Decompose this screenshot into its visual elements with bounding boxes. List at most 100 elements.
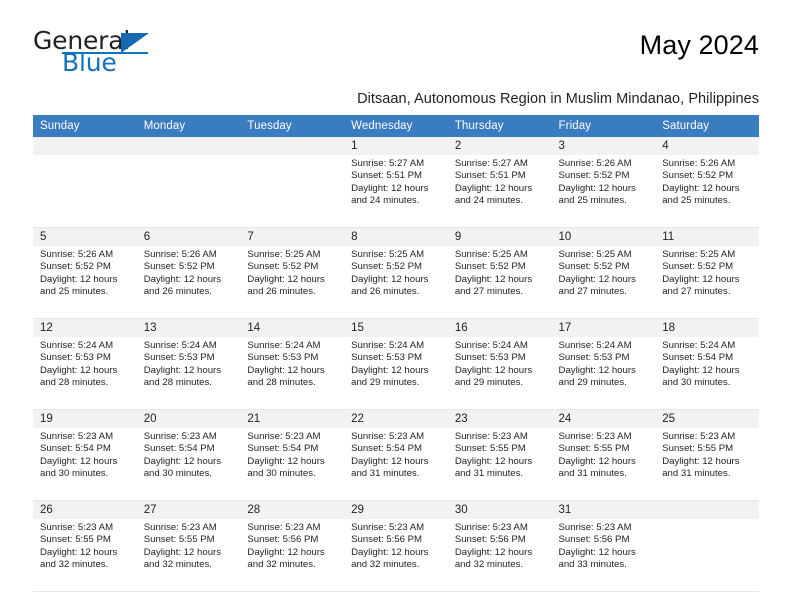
sunrise-text: Sunrise: 5:25 AM bbox=[662, 249, 736, 260]
calendar-day-cell[interactable]: 2 Sunrise: 5:27 AM Sunset: 5:51 PM Daylight… bbox=[447, 137, 552, 228]
calendar-day-cell[interactable]: 6 Sunrise: 5:26 AM Sunset: 5:52 PM Daylight… bbox=[136, 227, 241, 319]
day-number: 5 bbox=[33, 228, 137, 246]
day-number: 9 bbox=[447, 228, 552, 246]
sunrise-text: Sunrise: 5:24 AM bbox=[454, 340, 528, 351]
sunrise-text: Sunrise: 5:23 AM bbox=[247, 431, 321, 442]
sunset-text: Sunset: 5:54 PM bbox=[351, 443, 423, 455]
calendar-day-cell[interactable]: 28 Sunrise: 5:23 AM Sunset: 5:56 PM Dayligh… bbox=[240, 500, 345, 592]
calendar-day-cell[interactable]: 8 Sunrise: 5:25 AM Sunset: 5:52 PM Daylight… bbox=[344, 227, 448, 319]
day-details: Sunrise: 5:23 AM Sunset: 5:54 PM Daylight:… bbox=[137, 428, 241, 481]
daylight-text: Daylight: 12 hours and 31 minutes. bbox=[558, 455, 636, 480]
calendar-day-cell[interactable]: 4 Sunrise: 5:26 AM Sunset: 5:52 PM Daylight… bbox=[655, 137, 759, 228]
day-number: 16 bbox=[447, 319, 552, 337]
calendar-day-cell[interactable]: 14 Sunrise: 5:24 AM Sunset: 5:53 PM Dayligh… bbox=[240, 318, 345, 410]
sunrise-text: Sunrise: 5:25 AM bbox=[454, 249, 528, 260]
calendar-day-cell[interactable]: 18 Sunrise: 5:24 AM Sunset: 5:54 PM Dayligh… bbox=[655, 318, 759, 410]
weekday-header-saturday: Saturday bbox=[655, 115, 759, 137]
calendar-day-cell[interactable]: 12 Sunrise: 5:24 AM Sunset: 5:53 PM Dayligh… bbox=[33, 318, 137, 410]
day-details: Sunrise: 5:24 AM Sunset: 5:53 PM Daylight:… bbox=[448, 337, 552, 390]
calendar-day-cell[interactable]: 23 Sunrise: 5:23 AM Sunset: 5:55 PM Dayligh… bbox=[447, 409, 552, 501]
calendar-day-cell[interactable]: 9 Sunrise: 5:25 AM Sunset: 5:52 PM Daylight… bbox=[447, 227, 552, 319]
weekday-header-wednesday: Wednesday bbox=[344, 115, 448, 137]
calendar-day-cell[interactable]: 19 Sunrise: 5:23 AM Sunset: 5:54 PM Dayligh… bbox=[33, 409, 137, 501]
day-number bbox=[136, 137, 241, 155]
calendar-day-cell[interactable]: 5 Sunrise: 5:26 AM Sunset: 5:52 PM Daylight… bbox=[33, 227, 137, 319]
daylight-text: Daylight: 12 hours and 32 minutes. bbox=[454, 546, 533, 571]
weekday-header-monday: Monday bbox=[136, 115, 241, 137]
calendar-day-cell[interactable]: 3 Sunrise: 5:26 AM Sunset: 5:52 PM Daylight… bbox=[551, 137, 656, 228]
daylight-text: Daylight: 12 hours and 26 minutes. bbox=[247, 273, 325, 298]
calendar-day-cell[interactable]: 22 Sunrise: 5:23 AM Sunset: 5:54 PM Dayligh… bbox=[344, 409, 448, 501]
sunrise-text: Sunrise: 5:25 AM bbox=[351, 249, 425, 260]
sunrise-text: Sunrise: 5:25 AM bbox=[558, 249, 632, 260]
day-details: Sunrise: 5:23 AM Sunset: 5:56 PM Daylight:… bbox=[448, 519, 552, 572]
sunset-text: Sunset: 5:54 PM bbox=[143, 443, 215, 455]
sunset-text: Sunset: 5:56 PM bbox=[351, 534, 423, 546]
calendar-table: Sunday Monday Tuesday Wednesday Thursday… bbox=[33, 115, 759, 592]
day-details: Sunrise: 5:25 AM Sunset: 5:52 PM Daylight:… bbox=[240, 246, 344, 299]
calendar-day-cell[interactable]: 17 Sunrise: 5:24 AM Sunset: 5:53 PM Dayligh… bbox=[551, 318, 656, 410]
calendar-day-cell[interactable]: 1 Sunrise: 5:27 AM Sunset: 5:51 PM Daylight… bbox=[344, 137, 448, 228]
daylight-text: Daylight: 12 hours and 31 minutes. bbox=[351, 455, 429, 480]
calendar-day-cell[interactable]: 25 Sunrise: 5:23 AM Sunset: 5:55 PM Dayligh… bbox=[655, 409, 759, 501]
sunset-text: Sunset: 5:54 PM bbox=[662, 352, 734, 364]
day-number: 27 bbox=[136, 501, 241, 519]
calendar-day-cell[interactable]: 7 Sunrise: 5:25 AM Sunset: 5:52 PM Daylight… bbox=[240, 227, 345, 319]
page-header: General Blue May 2024 bbox=[33, 0, 759, 80]
weekday-header-sunday: Sunday bbox=[33, 115, 137, 137]
general-blue-logo[interactable]: General Blue bbox=[33, 28, 149, 77]
sunrise-text: Sunrise: 5:26 AM bbox=[558, 158, 632, 169]
sunset-text: Sunset: 5:55 PM bbox=[662, 443, 734, 455]
calendar-day-cell[interactable]: 10 Sunrise: 5:25 AM Sunset: 5:52 PM Dayligh… bbox=[551, 227, 656, 319]
day-details: Sunrise: 5:23 AM Sunset: 5:56 PM Daylight:… bbox=[552, 519, 656, 572]
sunset-text: Sunset: 5:55 PM bbox=[143, 534, 215, 546]
day-number: 13 bbox=[136, 319, 241, 337]
day-details: Sunrise: 5:25 AM Sunset: 5:52 PM Daylight:… bbox=[655, 246, 759, 299]
calendar-day-cell[interactable]: 11 Sunrise: 5:25 AM Sunset: 5:52 PM Dayligh… bbox=[655, 227, 759, 319]
logo-text-blue: Blue bbox=[62, 48, 117, 77]
calendar-day-cell[interactable]: 29 Sunrise: 5:23 AM Sunset: 5:56 PM Dayligh… bbox=[344, 500, 448, 592]
sunset-text: Sunset: 5:53 PM bbox=[454, 352, 526, 364]
day-details: Sunrise: 5:23 AM Sunset: 5:55 PM Daylight:… bbox=[448, 428, 552, 481]
calendar-day-cell[interactable]: 26 Sunrise: 5:23 AM Sunset: 5:55 PM Dayligh… bbox=[33, 500, 137, 592]
daylight-text: Daylight: 12 hours and 26 minutes. bbox=[143, 273, 222, 298]
sunrise-text: Sunrise: 5:24 AM bbox=[143, 340, 217, 351]
day-details: Sunrise: 5:23 AM Sunset: 5:55 PM Daylight:… bbox=[655, 428, 759, 481]
day-number: 24 bbox=[551, 410, 656, 428]
sunset-text: Sunset: 5:52 PM bbox=[351, 261, 423, 273]
sunrise-text: Sunrise: 5:26 AM bbox=[143, 249, 217, 260]
weekday-header-thursday: Thursday bbox=[447, 115, 552, 137]
day-number bbox=[655, 501, 759, 519]
day-details: Sunrise: 5:27 AM Sunset: 5:51 PM Daylight:… bbox=[344, 155, 448, 208]
weekday-header-friday: Friday bbox=[551, 115, 656, 137]
sunrise-text: Sunrise: 5:23 AM bbox=[558, 522, 632, 533]
day-details: Sunrise: 5:26 AM Sunset: 5:52 PM Daylight:… bbox=[137, 246, 241, 299]
day-number: 3 bbox=[551, 137, 656, 155]
sunrise-text: Sunrise: 5:23 AM bbox=[143, 522, 217, 533]
daylight-text: Daylight: 12 hours and 32 minutes. bbox=[247, 546, 325, 571]
calendar-day-cell[interactable]: 27 Sunrise: 5:23 AM Sunset: 5:55 PM Dayligh… bbox=[136, 500, 241, 592]
day-details: Sunrise: 5:24 AM Sunset: 5:53 PM Daylight:… bbox=[137, 337, 241, 390]
daylight-text: Daylight: 12 hours and 27 minutes. bbox=[662, 273, 740, 298]
sunset-text: Sunset: 5:56 PM bbox=[247, 534, 319, 546]
calendar-day-cell[interactable]: 24 Sunrise: 5:23 AM Sunset: 5:55 PM Dayligh… bbox=[551, 409, 656, 501]
daylight-text: Daylight: 12 hours and 28 minutes. bbox=[143, 364, 222, 389]
sunset-text: Sunset: 5:52 PM bbox=[558, 261, 630, 273]
calendar-day-cell[interactable]: 15 Sunrise: 5:24 AM Sunset: 5:53 PM Dayligh… bbox=[344, 318, 448, 410]
sunset-text: Sunset: 5:56 PM bbox=[454, 534, 526, 546]
day-number: 25 bbox=[655, 410, 759, 428]
day-number: 18 bbox=[655, 319, 759, 337]
calendar-day-cell[interactable]: 21 Sunrise: 5:23 AM Sunset: 5:54 PM Dayligh… bbox=[240, 409, 345, 501]
calendar-day-cell[interactable]: 30 Sunrise: 5:23 AM Sunset: 5:56 PM Dayligh… bbox=[447, 500, 552, 592]
calendar-day-cell[interactable]: 20 Sunrise: 5:23 AM Sunset: 5:54 PM Dayligh… bbox=[136, 409, 241, 501]
sunrise-text: Sunrise: 5:23 AM bbox=[351, 522, 425, 533]
sunset-text: Sunset: 5:54 PM bbox=[40, 443, 111, 455]
sunrise-text: Sunrise: 5:23 AM bbox=[558, 431, 632, 442]
sunset-text: Sunset: 5:52 PM bbox=[558, 170, 630, 182]
day-number: 8 bbox=[344, 228, 448, 246]
calendar-day-cell[interactable]: 13 Sunrise: 5:24 AM Sunset: 5:53 PM Dayligh… bbox=[136, 318, 241, 410]
calendar-day-cell[interactable]: 31 Sunrise: 5:23 AM Sunset: 5:56 PM Dayligh… bbox=[551, 500, 656, 592]
page-title: May 2024 bbox=[639, 30, 759, 60]
calendar-day-cell[interactable]: 16 Sunrise: 5:24 AM Sunset: 5:53 PM Dayligh… bbox=[447, 318, 552, 410]
day-details: Sunrise: 5:23 AM Sunset: 5:55 PM Daylight:… bbox=[137, 519, 241, 572]
